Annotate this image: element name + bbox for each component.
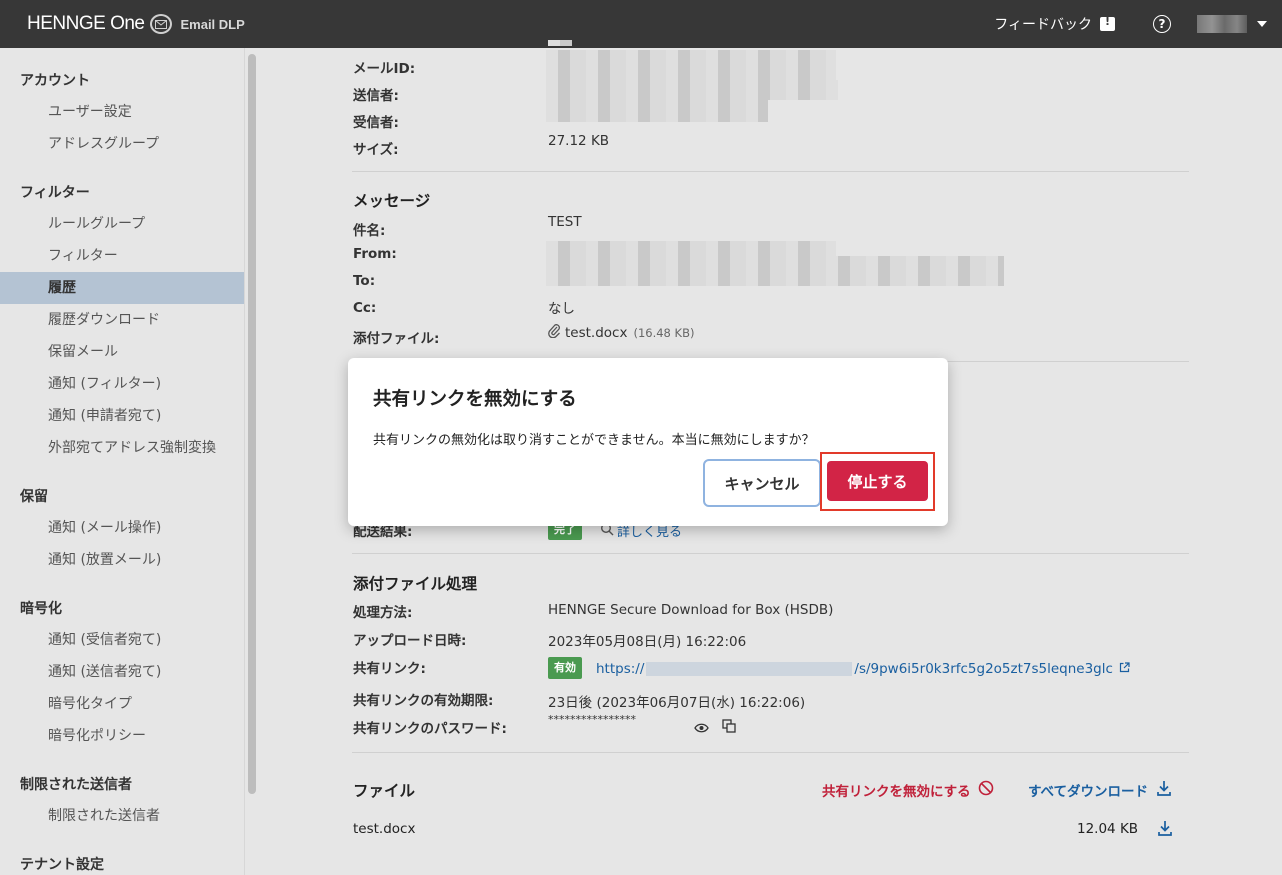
sidebar-item-user-settings[interactable]: ユーザー設定 — [0, 96, 244, 128]
mail-id-label: メールID: — [353, 61, 416, 77]
brand-logo[interactable]: HENNGE One Email DLP — [27, 13, 245, 35]
redacted-share-link-host — [646, 662, 853, 676]
redacted-recipient — [546, 100, 768, 122]
share-link-suffix: /s/9pw6i5r0k3rfc5g2o5zt7s5leqne3glc — [854, 661, 1113, 677]
divider — [352, 752, 1189, 753]
sidebar-item-encryption-policy[interactable]: 暗号化ポリシー — [0, 720, 244, 752]
subject-label: 件名: — [353, 223, 386, 239]
divider — [352, 171, 1189, 172]
sidebar-section-encryption: 暗号化 — [20, 601, 62, 617]
feedback-label: フィードバック — [994, 17, 1092, 33]
sidebar-item-rule-group[interactable]: ルールグループ — [0, 208, 244, 240]
cc-value: なし — [548, 301, 575, 317]
paperclip-icon — [548, 324, 561, 342]
sidebar-item-encryption-type[interactable]: 暗号化タイプ — [0, 688, 244, 720]
top-bar: HENNGE One Email DLP フィードバック ? — [0, 0, 1282, 48]
redacted-mail-id — [546, 50, 836, 80]
subject-value: TEST — [548, 214, 582, 230]
size-label: サイズ: — [353, 142, 399, 158]
share-link[interactable]: https:// /s/9pw6i5r0k3rfc5g2o5zt7s5leqne… — [596, 661, 1130, 677]
download-all-label: すべてダウンロード — [1028, 784, 1149, 800]
method-value: HENNGE Secure Download for Box (HSDB) — [548, 602, 834, 618]
share-link-prefix: https:// — [596, 661, 645, 677]
disable-share-link-button[interactable]: 共有リンクを無効にする — [822, 780, 994, 800]
expiry-label: 共有リンクの有効期限: — [353, 693, 494, 709]
sidebar-item-external-address-convert[interactable]: 外部宛てアドレス強制変換 — [0, 432, 244, 464]
divider — [352, 553, 1189, 554]
mail-icon — [150, 14, 173, 34]
redacted-sender — [546, 80, 838, 100]
file-size: 12.04 KB — [1077, 821, 1139, 837]
brand-name: HENNGE One — [27, 13, 145, 34]
sidebar-section-account: アカウント — [20, 73, 90, 89]
sidebar-item-filter[interactable]: フィルター — [0, 240, 244, 272]
sidebar-item-restricted-senders[interactable]: 制限された送信者 — [0, 800, 244, 832]
size-value: 27.12 KB — [548, 133, 610, 149]
sidebar-item-history-download[interactable]: 履歴ダウンロード — [0, 304, 244, 336]
copy-icon[interactable] — [722, 718, 736, 737]
sidebar-section-hold: 保留 — [20, 489, 48, 505]
upload-value: 2023年05月08日(月) 16:22:06 — [548, 634, 747, 650]
sidebar-item-notify-mail-operation[interactable]: 通知 (メール操作) — [0, 512, 244, 544]
feedback-button[interactable]: フィードバック — [994, 14, 1115, 34]
eye-icon[interactable] — [694, 719, 709, 738]
password-label: 共有リンクのパスワード: — [353, 721, 507, 737]
sidebar-item-address-group[interactable]: アドレスグループ — [0, 128, 244, 160]
files-section-title: ファイル — [353, 782, 416, 800]
attachment-label: 添付ファイル: — [353, 331, 440, 347]
sidebar-scrollbar-thumb[interactable] — [248, 54, 256, 794]
sidebar-section-tenant-settings: テナント設定 — [20, 857, 104, 873]
sidebar-item-notify-abandoned-mail[interactable]: 通知 (放置メール) — [0, 544, 244, 576]
download-all-button[interactable]: すべてダウンロード — [1028, 780, 1171, 800]
recipient-label: 受信者: — [353, 115, 399, 131]
sidebar-scrollbar[interactable] — [244, 48, 260, 875]
product-name: Email DLP — [180, 16, 245, 32]
external-link-icon — [1119, 661, 1130, 677]
share-link-status-badge: 有効 — [548, 657, 582, 679]
file-name: test.docx — [353, 821, 416, 837]
method-label: 処理方法: — [353, 605, 413, 621]
dialog-title: 共有リンクを無効にする — [373, 389, 577, 410]
from-label: From: — [353, 246, 397, 262]
sidebar-item-held-mail[interactable]: 保留メール — [0, 336, 244, 368]
download-icon[interactable] — [1158, 820, 1172, 840]
highlight-box: 停止する — [820, 452, 935, 511]
share-link-label: 共有リンク: — [353, 661, 426, 677]
sidebar: アカウント ユーザー設定 アドレスグループ フィルター ルールグループ フィルタ… — [0, 48, 244, 875]
confirm-dialog: 共有リンクを無効にする 共有リンクの無効化は取り消すことができません。本当に無効… — [348, 358, 948, 526]
attachment-size: (16.48 KB) — [633, 326, 695, 340]
to-label: To: — [353, 273, 376, 289]
sidebar-item-history[interactable]: 履歴 — [0, 272, 244, 304]
help-icon[interactable]: ? — [1153, 15, 1171, 33]
sidebar-item-notify-applicant[interactable]: 通知 (申請者宛て) — [0, 400, 244, 432]
dialog-message: 共有リンクの無効化は取り消すことができません。本当に無効にしますか？ — [373, 433, 815, 448]
feedback-icon — [1100, 15, 1115, 31]
download-icon — [1157, 780, 1171, 800]
user-menu[interactable] — [1197, 15, 1267, 33]
redacted-to — [546, 256, 1004, 286]
cancel-button[interactable]: キャンセル — [703, 459, 821, 507]
password-value: **************** — [548, 713, 636, 726]
sidebar-item-notify-recipient[interactable]: 通知 (受信者宛て) — [0, 624, 244, 656]
chevron-down-icon — [1257, 21, 1267, 27]
sidebar-section-restricted-senders: 制限された送信者 — [20, 777, 132, 793]
attachment-item[interactable]: test.docx (16.48 KB) — [548, 324, 694, 342]
expiry-value: 23日後 (2023年06月07日(水) 16:22:06) — [548, 695, 806, 711]
sidebar-section-filter: フィルター — [20, 185, 90, 201]
sender-label: 送信者: — [353, 88, 399, 104]
attachment-name: test.docx — [565, 325, 628, 341]
attachment-processing-title: 添付ファイル処理 — [353, 575, 478, 593]
confirm-stop-button[interactable]: 停止する — [827, 461, 928, 501]
redacted-value — [548, 40, 572, 46]
message-section-title: メッセージ — [353, 192, 431, 210]
upload-label: アップロード日時: — [353, 633, 467, 649]
disable-share-link-label: 共有リンクを無効にする — [822, 784, 971, 800]
sidebar-item-notify-sender[interactable]: 通知 (送信者宛て) — [0, 656, 244, 688]
prohibit-icon — [978, 780, 994, 800]
sidebar-item-notify-filter[interactable]: 通知 (フィルター) — [0, 368, 244, 400]
avatar — [1197, 15, 1247, 33]
cc-label: Cc: — [353, 300, 377, 316]
